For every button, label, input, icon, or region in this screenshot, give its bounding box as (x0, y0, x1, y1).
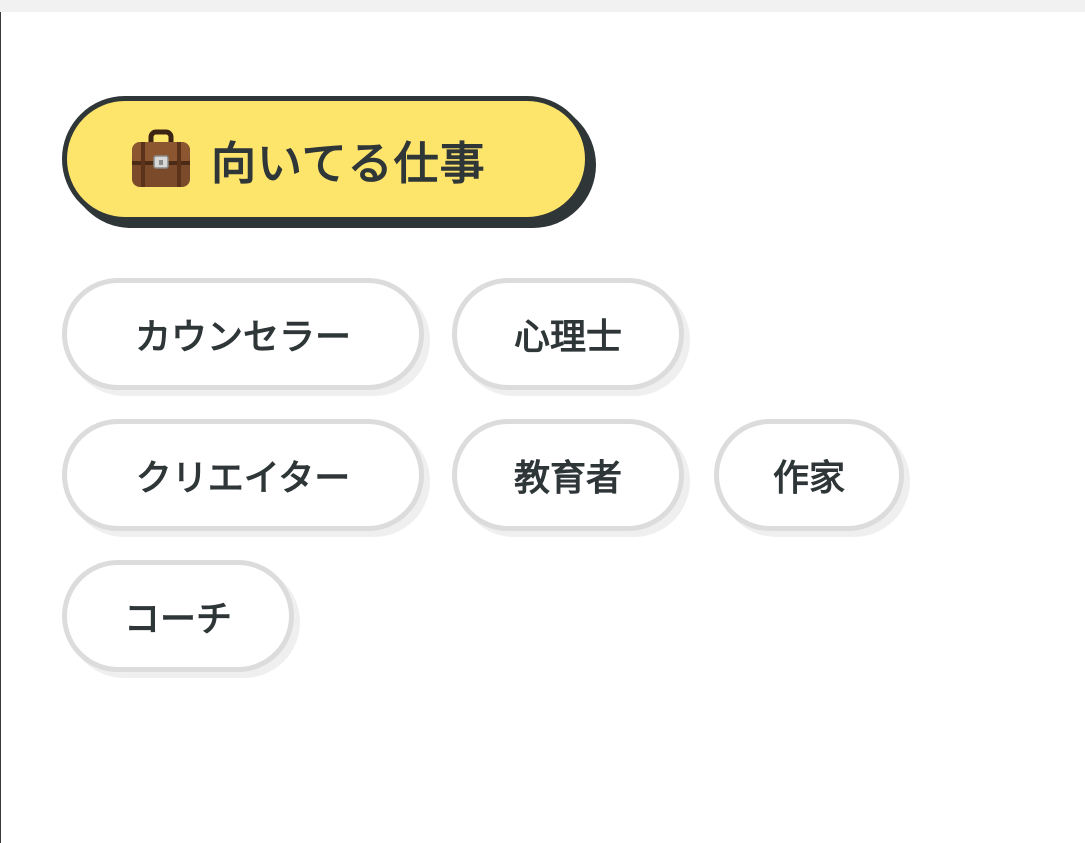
left-edge-line (0, 12, 1, 843)
job-tag-educator[interactable]: 教育者 (452, 419, 684, 531)
job-tag-psychologist[interactable]: 心理士 (452, 278, 684, 390)
section-title: 向いてる仕事 (211, 136, 486, 190)
job-tag-coach[interactable]: コーチ (62, 560, 294, 672)
job-tag-creator[interactable]: クリエイター (62, 419, 424, 531)
job-tag-counselor[interactable]: カウンセラー (62, 278, 424, 390)
suitable-jobs-heading: 向いてる仕事 (62, 96, 590, 222)
top-strip (0, 0, 1085, 12)
job-tag-writer[interactable]: 作家 (714, 419, 904, 531)
briefcase-icon (129, 127, 193, 191)
